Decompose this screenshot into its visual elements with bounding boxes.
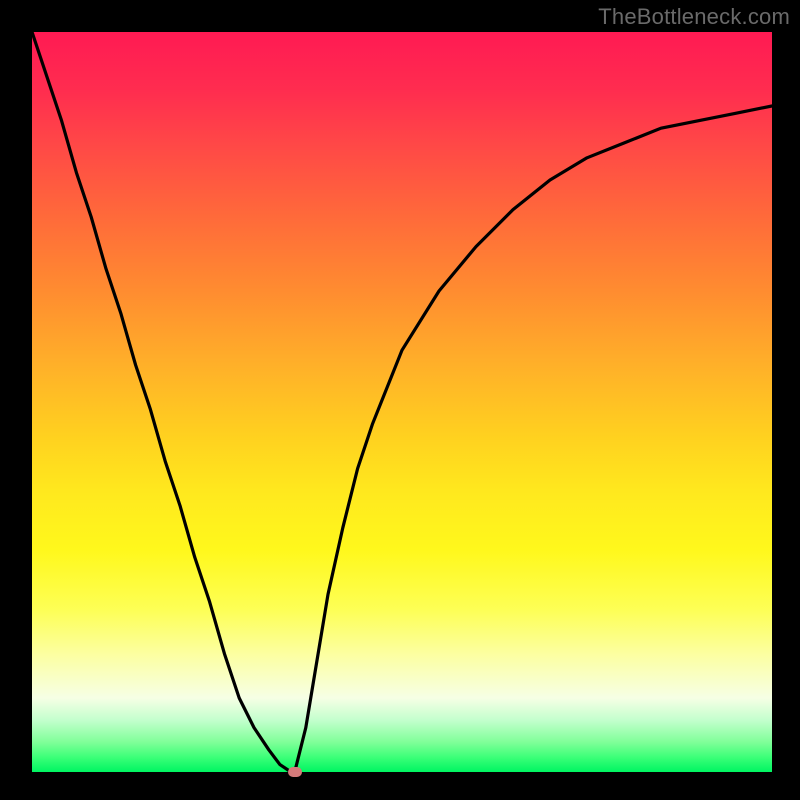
- chart-frame: TheBottleneck.com: [0, 0, 800, 800]
- plot-area: [32, 32, 772, 772]
- watermark-label: TheBottleneck.com: [598, 4, 790, 30]
- bottleneck-curve: [32, 32, 772, 772]
- minimum-marker: [288, 767, 302, 777]
